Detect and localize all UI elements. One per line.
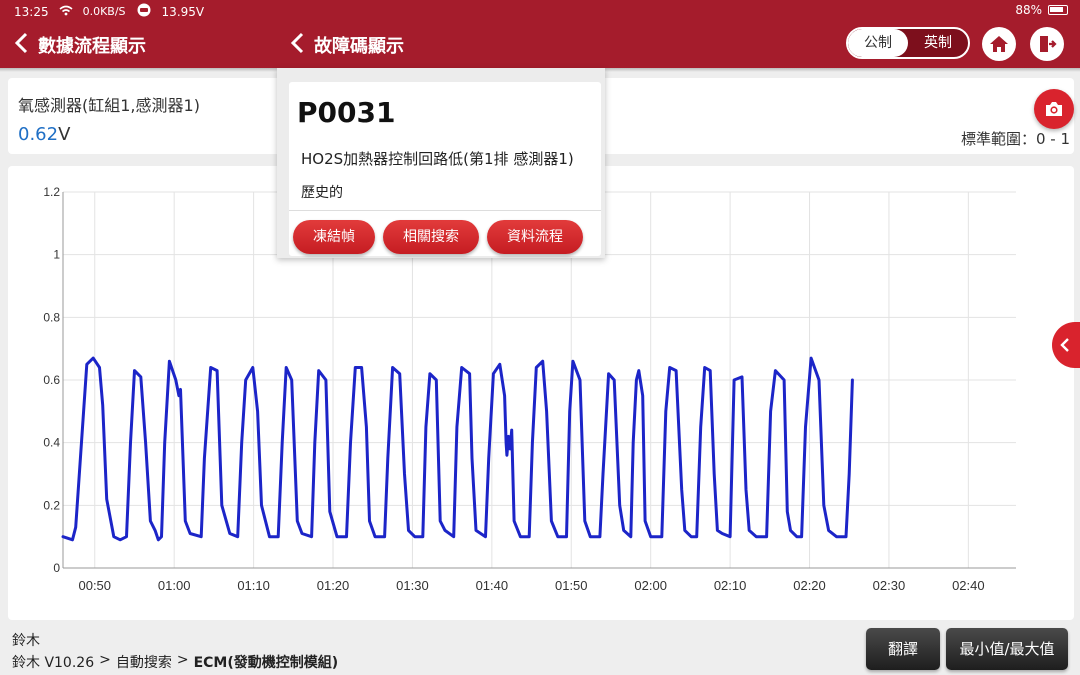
header-title: 數據流程顯示 bbox=[38, 36, 146, 57]
dtc-code: P0031 bbox=[297, 96, 396, 129]
sensor-value: 0.62V bbox=[18, 124, 70, 145]
status-right: 88% bbox=[1015, 3, 1068, 17]
status-bar: 13:25 0.0KB/S 13.95V 88% bbox=[0, 0, 1080, 22]
status-net-speed: 0.0KB/S bbox=[82, 5, 126, 18]
dtc-status: 歷史的 bbox=[301, 185, 343, 201]
y-tick-label: 0.6 bbox=[43, 373, 60, 387]
standard-range: 標準範圍：0 - 1 bbox=[960, 130, 1070, 148]
series-line bbox=[61, 356, 854, 542]
breadcrumb-module: ECM(發動機控制模組) bbox=[193, 655, 339, 671]
x-tick-label: 02:30 bbox=[873, 578, 906, 593]
battery-icon bbox=[1048, 5, 1068, 15]
dtc-action-buttons: 凍結幀 相關搜索 資料流程 bbox=[293, 220, 591, 254]
y-tick-label: 0.8 bbox=[43, 310, 60, 324]
x-tick-label: 01:40 bbox=[476, 578, 509, 593]
divider bbox=[289, 210, 601, 211]
breadcrumb-separator: > bbox=[99, 652, 111, 668]
unit-toggle: 公制 英制 bbox=[846, 27, 970, 59]
x-tick-label: 00:50 bbox=[78, 578, 111, 593]
breadcrumb: 鈴木 V10.26 > 自動搜索 > ECM(發動機控制模組) bbox=[12, 652, 343, 672]
status-battery-text: 88% bbox=[1015, 3, 1042, 17]
dtc-description: HO2S加熱器控制回路低(第1排 感測器1) bbox=[301, 150, 574, 168]
min-max-button[interactable]: 最小值/最大值 bbox=[946, 628, 1068, 670]
x-tick-label: 01:00 bbox=[158, 578, 191, 593]
dtc-popup: P0031 HO2S加熱器控制回路低(第1排 感測器1) 歷史的 凍結幀 相關搜… bbox=[277, 68, 605, 258]
chevron-left-icon bbox=[1060, 338, 1069, 352]
x-tick-label: 02:40 bbox=[952, 578, 985, 593]
unit-imperial-option[interactable]: 英制 bbox=[908, 29, 968, 57]
home-button[interactable] bbox=[982, 27, 1016, 61]
unit-metric-option[interactable]: 公制 bbox=[848, 29, 908, 57]
x-tick-label: 02:10 bbox=[714, 578, 747, 593]
sensor-value-number: 0.62 bbox=[18, 124, 59, 145]
y-tick-label: 0.4 bbox=[43, 436, 60, 450]
app-header: 數據流程顯示 故障碼顯示 公制 英制 bbox=[0, 22, 1080, 68]
chevron-left-icon bbox=[290, 31, 304, 59]
translate-button[interactable]: 翻譯 bbox=[866, 628, 940, 670]
car-connector-icon bbox=[136, 3, 152, 20]
wifi-icon bbox=[59, 5, 73, 19]
status-left: 13:25 0.0KB/S 13.95V bbox=[14, 3, 214, 20]
vehicle-brand: 鈴木 bbox=[12, 633, 40, 649]
status-time: 13:25 bbox=[14, 4, 49, 19]
x-tick-label: 01:10 bbox=[237, 578, 270, 593]
x-tick-label: 01:50 bbox=[555, 578, 588, 593]
home-icon bbox=[990, 36, 1008, 52]
freeze-frame-button[interactable]: 凍結幀 bbox=[293, 220, 375, 254]
status-voltage: 13.95V bbox=[161, 4, 205, 19]
x-tick-label: 01:20 bbox=[317, 578, 350, 593]
back-button-dtc-display[interactable]: 故障碼顯示 bbox=[290, 22, 404, 68]
dtc-card: P0031 HO2S加熱器控制回路低(第1排 感測器1) 歷史的 凍結幀 相關搜… bbox=[289, 82, 601, 256]
popup-header-title: 故障碼顯示 bbox=[314, 36, 404, 57]
camera-icon bbox=[1046, 102, 1062, 116]
sensor-value-unit: V bbox=[58, 124, 71, 145]
exit-button[interactable] bbox=[1030, 27, 1064, 61]
y-tick-label: 0 bbox=[53, 561, 60, 575]
y-tick-label: 1.2 bbox=[43, 185, 60, 199]
related-search-button[interactable]: 相關搜索 bbox=[383, 220, 479, 254]
breadcrumb-version: 鈴木 V10.26 bbox=[12, 655, 95, 671]
sensor-name: 氧感測器(缸組1,感測器1) bbox=[18, 96, 200, 115]
x-tick-label: 02:20 bbox=[793, 578, 826, 593]
y-tick-label: 1 bbox=[53, 248, 60, 262]
breadcrumb-step: 自動搜索 bbox=[115, 655, 172, 671]
exit-icon bbox=[1040, 36, 1057, 52]
footer: 鈴木 鈴木 V10.26 > 自動搜索 > ECM(發動機控制模組) 翻譯 最小… bbox=[0, 622, 1080, 675]
breadcrumb-separator: > bbox=[176, 652, 189, 668]
x-tick-label: 02:00 bbox=[634, 578, 667, 593]
screenshot-button[interactable] bbox=[1034, 89, 1074, 129]
y-tick-label: 0.2 bbox=[43, 498, 60, 512]
x-tick-label: 01:30 bbox=[396, 578, 429, 593]
data-stream-button[interactable]: 資料流程 bbox=[487, 220, 583, 254]
chevron-left-icon bbox=[14, 31, 28, 59]
back-button-data-stream[interactable]: 數據流程顯示 bbox=[14, 22, 146, 68]
